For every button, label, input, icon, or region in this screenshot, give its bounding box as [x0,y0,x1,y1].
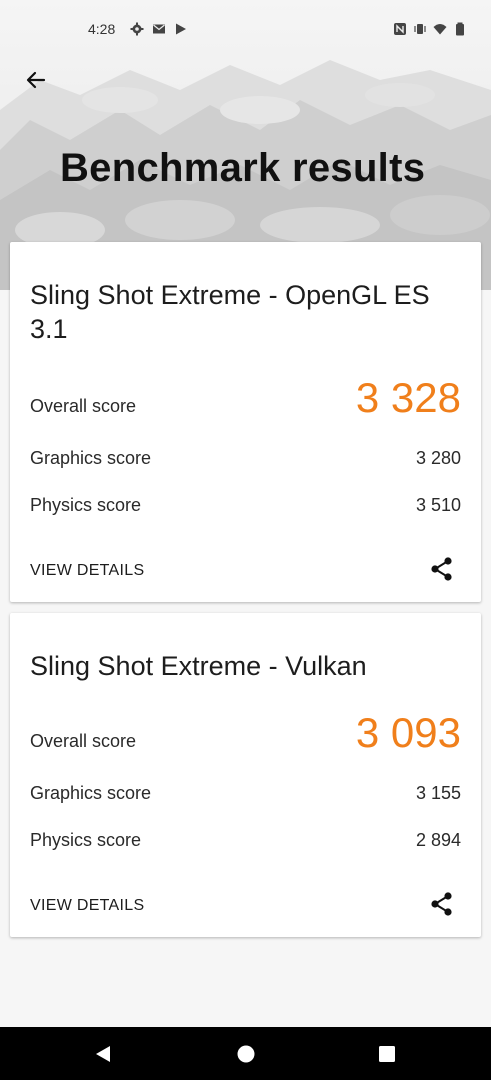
graphics-score-value: 3 280 [415,448,461,468]
graphics-score-row: Graphics score 3 155 [30,783,461,807]
share-button[interactable] [429,891,455,917]
wifi-icon [433,22,447,36]
home-circle-icon [237,1045,255,1063]
overall-score-label: Overall score [30,731,137,751]
share-icon [431,892,452,916]
system-nav-bar [0,1027,491,1080]
status-time: 4:28 [88,21,116,37]
back-button[interactable] [20,64,52,96]
mail-icon [152,22,166,36]
back-triangle-icon [96,1046,110,1062]
result-card-opengl: Sling Shot Extreme - OpenGL ES 3.1 Overa… [10,242,481,602]
status-bar: 4:28 [0,0,491,60]
physics-score-label: Physics score [30,495,142,515]
arrow-left-icon [26,71,46,89]
page-title: Benchmark results [60,146,426,190]
overall-score-row: Overall score 3 328 [30,374,461,424]
status-right-icons [393,22,467,36]
vibrate-icon [413,22,427,36]
share-icon [431,557,452,581]
overall-score-value: 3 328 [355,374,461,421]
view-details-button[interactable]: VIEW DETAILS [30,562,144,580]
physics-score-label: Physics score [30,830,142,850]
status-left-icons [130,22,188,36]
result-card-vulkan: Sling Shot Extreme - Vulkan Overall scor… [10,613,481,937]
overall-score-value: 3 093 [355,709,461,756]
nav-recents-button[interactable] [376,1043,398,1065]
graphics-score-row: Graphics score 3 280 [30,448,461,472]
nav-back-button[interactable] [92,1043,114,1065]
view-details-button[interactable]: VIEW DETAILS [30,897,144,915]
graphics-score-label: Graphics score [30,783,152,803]
physics-score-value: 2 894 [415,830,461,850]
screen: 4:28 Benchmark results Sling Shot Extrem… [0,0,491,1080]
graphics-score-value: 3 155 [415,783,461,803]
battery-icon [453,22,467,36]
card-title: Sling Shot Extreme - OpenGL ES 3.1 [30,280,430,344]
play-store-icon [174,22,188,36]
overall-score-label: Overall score [30,396,137,416]
physics-score-row: Physics score 3 510 [30,495,461,519]
card-title: Sling Shot Extreme - Vulkan [30,651,367,681]
physics-score-row: Physics score 2 894 [30,830,461,854]
gear-icon [130,22,144,36]
physics-score-value: 3 510 [415,495,461,515]
recents-square-icon [379,1046,395,1062]
nav-home-button[interactable] [235,1043,257,1065]
graphics-score-label: Graphics score [30,448,152,468]
nfc-icon [393,22,407,36]
overall-score-row: Overall score 3 093 [30,709,461,759]
share-button[interactable] [429,556,455,582]
